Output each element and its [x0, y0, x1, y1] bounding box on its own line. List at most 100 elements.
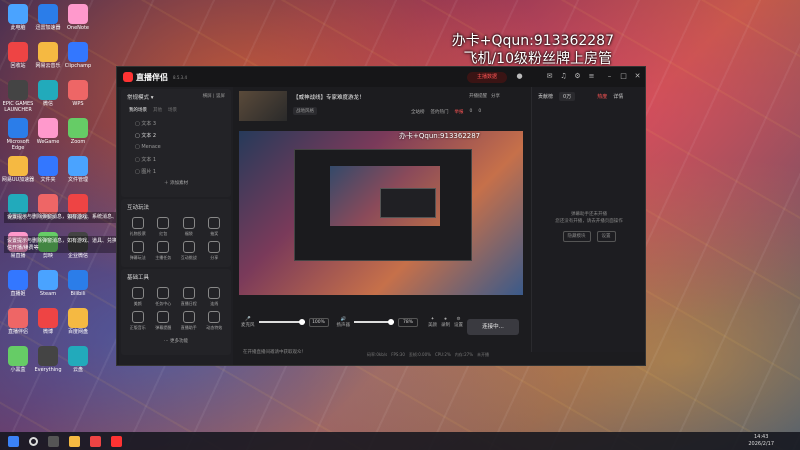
tool-item[interactable]: 直播日程 [176, 287, 202, 307]
tool-item[interactable]: 抽奖 [202, 217, 228, 237]
rank-button[interactable]: 全站榜 [411, 109, 425, 115]
tab-details[interactable]: 详情 [613, 93, 623, 100]
settings-button[interactable]: ⚙ 设置 [454, 317, 463, 328]
avatar-icon[interactable]: ● [515, 72, 524, 81]
live-preview[interactable]: 办卡+Qqun:913362287 [239, 131, 523, 295]
close-icon[interactable]: ✕ [633, 72, 642, 81]
tab-scenes[interactable]: 场景 [168, 107, 177, 113]
tab-count[interactable]: 0万 [559, 92, 576, 101]
scene-item[interactable]: ▢ 图片 1 [121, 165, 231, 177]
desktop-icon[interactable]: 云盘 [60, 346, 96, 374]
app-icon [38, 80, 58, 100]
stream-category[interactable]: 战地风格 [293, 107, 317, 115]
desktop-icon[interactable]: 百度网盘 [60, 308, 96, 336]
tool-item[interactable]: 主播任务 [151, 241, 177, 261]
start-icon[interactable] [8, 435, 19, 447]
preview-nested-window [294, 149, 472, 261]
report-button[interactable]: 举报 [455, 109, 464, 115]
tool-item[interactable]: 分享 [202, 241, 228, 261]
desktop-icon-label: Zoom [70, 139, 86, 145]
desktop-icon[interactable]: Clipchamp [60, 42, 96, 70]
menu-icon[interactable]: ≡ [587, 72, 596, 81]
tool-label: 直播助手 [180, 325, 197, 330]
tool-item[interactable]: 互动挑战 [176, 241, 202, 261]
desktop-icon-label: 百度网盘 [67, 329, 88, 335]
app-icon [68, 42, 88, 62]
system-clock[interactable]: 14:43 2026/2/17 [748, 434, 774, 448]
right-settings-button[interactable]: 设置 [596, 231, 616, 242]
stream-cover[interactable] [239, 91, 287, 121]
record-button[interactable]: ⏺ 录制 [441, 316, 450, 328]
scene-item[interactable]: ▢ 文本 1 [121, 153, 231, 165]
scene-item[interactable]: ▢ 文本 3 [121, 117, 231, 129]
speaker-slider[interactable] [354, 319, 394, 325]
app-window: 直播伴侣 8.5.3.4 主播数据 ● ✉ ♫ ⚙ ≡ – □ ✕ 常规模式 ▾… [116, 66, 646, 366]
tool-item[interactable]: 连线 [202, 287, 228, 307]
speaker-percent[interactable]: 78% [398, 317, 418, 327]
stream-title[interactable]: 【威神战线】专家难度游龙！ [293, 93, 365, 101]
footer-hint[interactable]: 在开播直播间邀请中获取观众！ [243, 349, 306, 355]
desktop-icon[interactable]: OneNote [60, 4, 96, 32]
desktop-icon[interactable]: WPS [60, 80, 96, 108]
desktop-icon-label: 企业微信 [67, 253, 88, 259]
tool-item[interactable]: 直播助手 [176, 311, 202, 331]
mic-toggle[interactable]: 🎤 麦克风 [241, 317, 255, 328]
share-button[interactable]: 分享 [491, 93, 500, 99]
live-companion-taskbar-icon[interactable] [111, 435, 122, 447]
tool-label: 任务中心 [155, 301, 172, 306]
mode-select[interactable]: 常规模式 ▾ [127, 93, 154, 101]
basic-tools-title: 基础工具 [127, 275, 150, 281]
add-material-button[interactable]: ＋ 添加素材 [121, 180, 231, 186]
scene-item[interactable]: ▢ 文本 2 [121, 129, 231, 141]
desktop-icon[interactable]: Zoom [60, 118, 96, 146]
task-view-icon[interactable] [48, 435, 59, 447]
tab-my-scenes[interactable]: 我的场景 [129, 107, 147, 113]
tool-item[interactable]: 动态特效 [202, 311, 228, 331]
right-panel: 贡献榜 0万 热度 详情 弹幕助手还未开播 您还没有开播，请去开播页面操作 隐藏… [531, 87, 645, 352]
tool-icon [208, 217, 221, 229]
file-explorer-icon[interactable] [69, 435, 80, 447]
preview-nested-inner [380, 188, 436, 218]
beauty-button[interactable]: ✦ 美颜 [428, 317, 437, 328]
tool-item[interactable]: 任务中心 [151, 287, 177, 307]
minimize-icon[interactable]: – [605, 72, 614, 81]
app-icon [68, 4, 88, 24]
tool-item[interactable]: 正版音乐 [125, 311, 151, 331]
app-icon [38, 194, 58, 214]
tool-item[interactable]: 弹幕玩法 [125, 241, 151, 261]
tool-icon [157, 241, 170, 253]
tool-item[interactable]: 弹幕提醒 [151, 311, 177, 331]
headset-icon[interactable]: ♫ [559, 72, 568, 81]
message-icon[interactable]: ✉ [545, 72, 554, 81]
tool-item[interactable]: 福袋 [176, 217, 202, 237]
search-icon[interactable] [29, 436, 38, 446]
tab-contribution[interactable]: 贡献榜 [538, 93, 553, 100]
maximize-icon[interactable]: □ [619, 72, 628, 81]
mode-portrait[interactable]: 竖屏 [216, 94, 225, 99]
app-icon [68, 80, 88, 100]
tool-item[interactable]: 礼物投票 [125, 217, 151, 237]
tool-item[interactable]: 红包 [151, 217, 177, 237]
tab-heat[interactable]: 热度 [597, 93, 607, 100]
tool-icon [208, 241, 221, 253]
desktop-icon[interactable]: Bilibili [60, 270, 96, 298]
gear-icon[interactable]: ⚙ [573, 72, 582, 81]
signed-hot-button[interactable]: 签约热门 [431, 109, 449, 115]
live-remind-button[interactable]: 开播提醒 [469, 93, 487, 99]
tab-other[interactable]: 其他 [153, 107, 162, 113]
chrome-icon[interactable] [90, 435, 101, 447]
hide-module-button[interactable]: 隐藏模块 [562, 231, 591, 242]
anchor-data-button[interactable]: 主播数据 [467, 72, 507, 83]
preview-overlay-text: 办卡+Qqun:913362287 [399, 132, 481, 140]
scene-item[interactable]: ▢ Menace [121, 141, 231, 153]
mic-slider[interactable] [258, 319, 305, 325]
mode-landscape[interactable]: 横屏 [203, 94, 212, 99]
mic-percent[interactable]: 100% [308, 317, 329, 327]
tool-icon [131, 287, 144, 299]
tool-item[interactable]: 美颜 [125, 287, 151, 307]
desktop-icon[interactable]: 文件管理 [60, 156, 96, 184]
more-features-button[interactable]: ⋯ 更多功能 [121, 338, 231, 344]
speaker-toggle[interactable]: 🔊 扬声器 [337, 317, 351, 328]
start-live-button[interactable]: 连接中... [467, 319, 519, 335]
tool-label: 互动挑战 [180, 255, 197, 260]
